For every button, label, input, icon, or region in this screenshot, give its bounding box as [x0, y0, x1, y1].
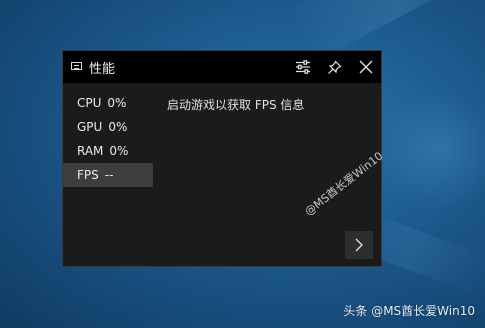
close-icon [359, 60, 373, 74]
sliders-icon [296, 60, 310, 74]
stat-list: CPU 0% GPU 0% RAM 0% FPS -- [63, 91, 153, 187]
stat-item-fps[interactable]: FPS -- [63, 163, 153, 187]
fps-info-message: 启动游戏以获取 FPS 信息 [167, 98, 305, 112]
stat-label: CPU [77, 96, 102, 110]
pin-icon [327, 60, 341, 74]
close-button[interactable] [354, 55, 378, 79]
widget-titlebar[interactable]: 性能 [63, 51, 381, 83]
stat-value: 0% [108, 120, 128, 134]
stat-value: 0% [107, 96, 127, 110]
stat-label: GPU [77, 120, 103, 134]
stat-item-gpu[interactable]: GPU 0% [63, 115, 153, 139]
stat-item-cpu[interactable]: CPU 0% [63, 91, 153, 115]
performance-monitor-icon [71, 62, 82, 70]
chevron-right-icon [355, 238, 363, 252]
attribution-watermark: 头条 @MS酋长爱Win10 [343, 304, 475, 318]
performance-widget: 性能 CPU 0% GPU 0% RAM 0% FPS -- 启动游戏以获取 F… [62, 50, 385, 267]
watermark-text: @MS酋长爱Win10 [302, 149, 386, 219]
stat-label: FPS [77, 168, 99, 182]
settings-button[interactable] [291, 55, 315, 79]
stat-value: 0% [109, 144, 129, 158]
widget-title: 性能 [89, 62, 116, 77]
expand-button[interactable] [345, 231, 373, 259]
desktop-light-glow [380, 90, 485, 210]
stat-item-ram[interactable]: RAM 0% [63, 139, 153, 163]
stat-label: RAM [77, 144, 104, 158]
stat-value: -- [104, 168, 114, 182]
pin-button[interactable] [322, 55, 346, 79]
